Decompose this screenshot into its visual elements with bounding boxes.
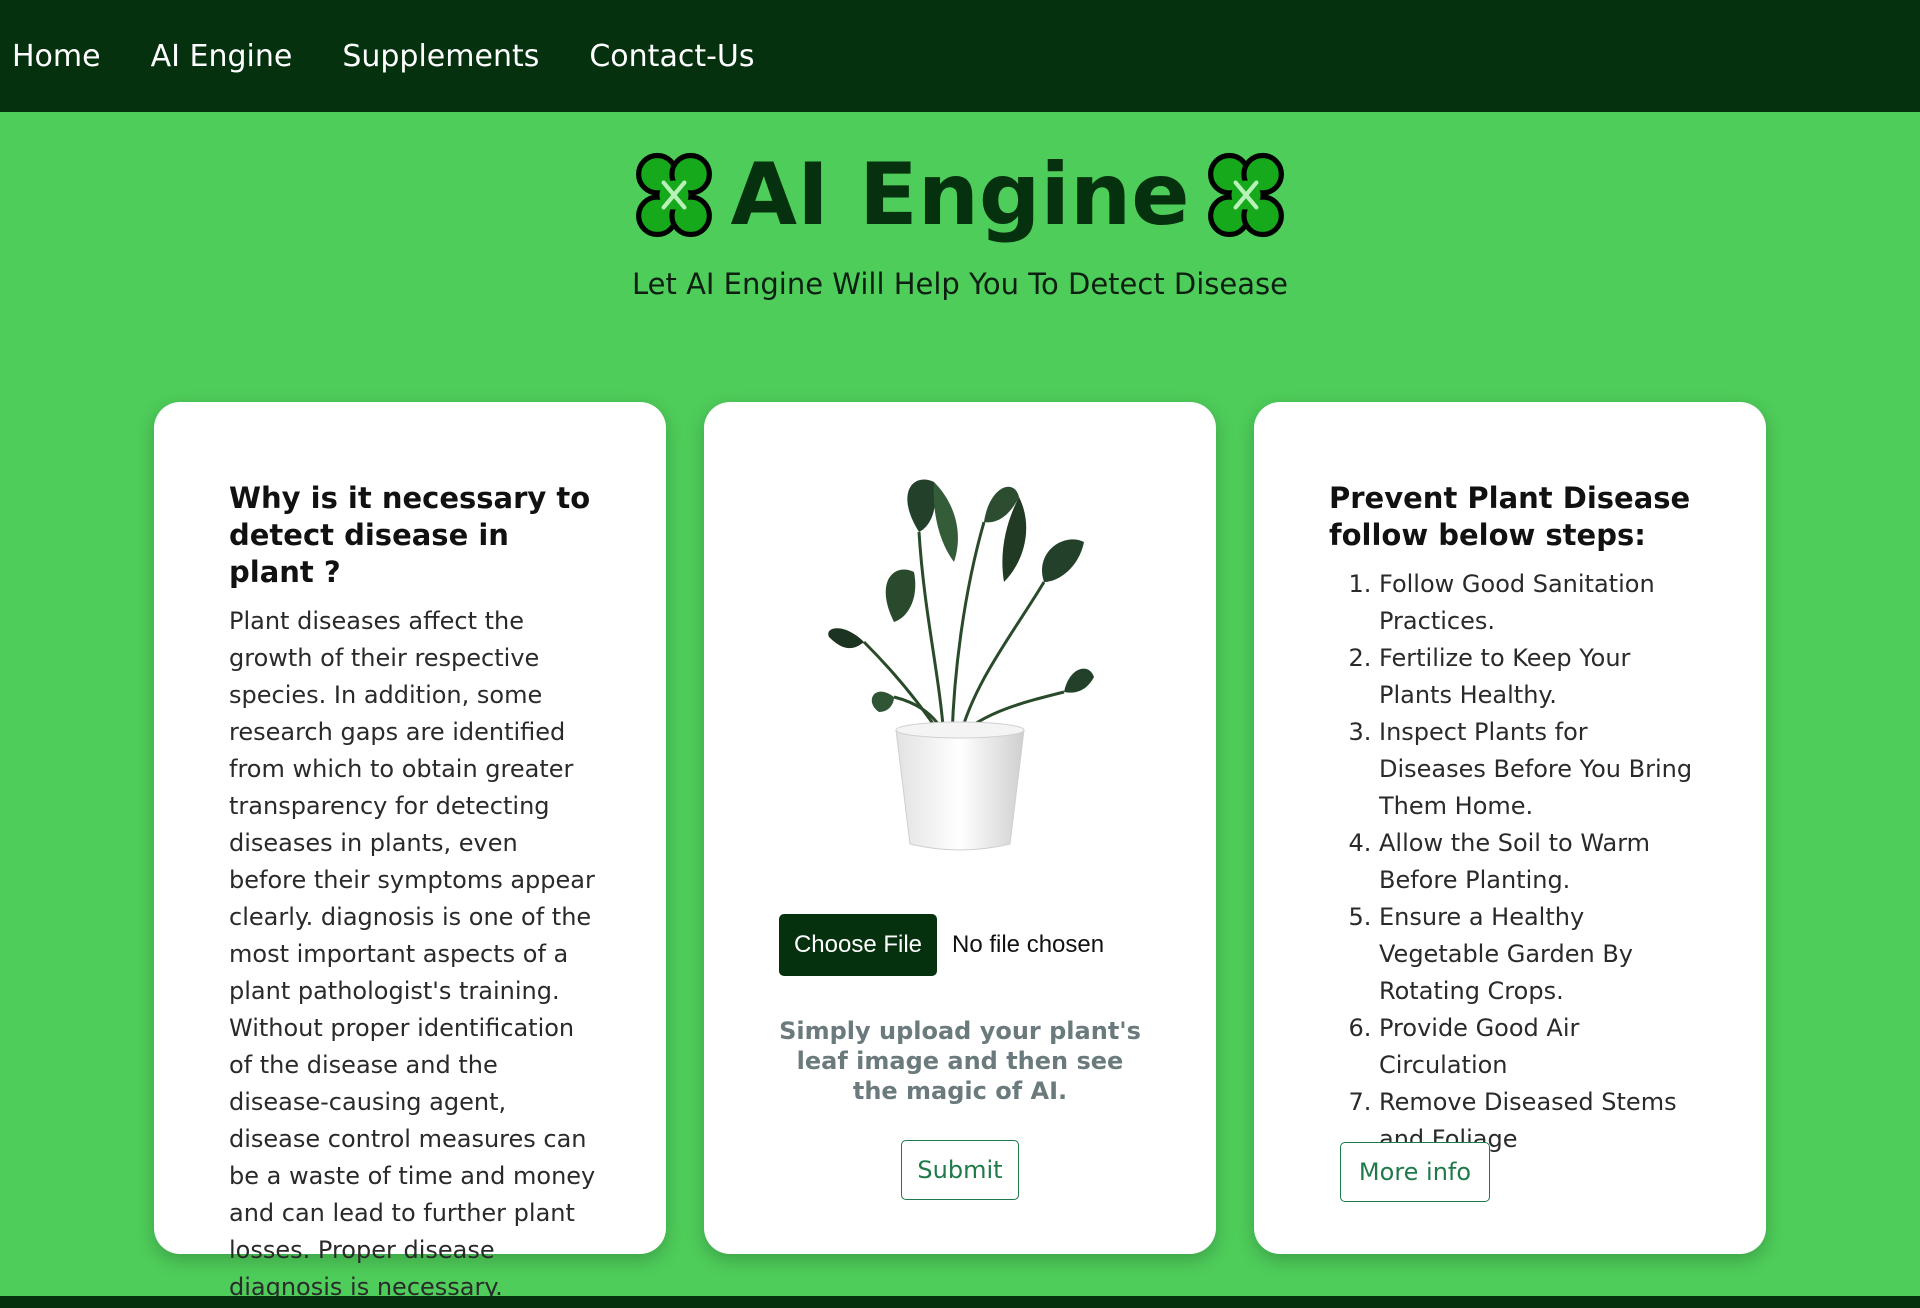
- submit-button[interactable]: Submit: [901, 1140, 1019, 1200]
- file-status-text: No file chosen: [952, 931, 1105, 958]
- more-info-button[interactable]: More info: [1340, 1142, 1490, 1202]
- why-detect-title: Why is it necessary to detect disease in…: [229, 481, 591, 589]
- prevention-steps-list: Follow Good Sanitation Practices. Fertil…: [1329, 566, 1696, 1158]
- upload-hint-text: Simply upload your plant's leaf image an…: [779, 1017, 1141, 1105]
- nav-home-link[interactable]: Home: [12, 39, 101, 74]
- list-item: Ensure a Healthy Vegetable Garden By Rot…: [1379, 899, 1696, 1010]
- hero-section: AI Engine Let AI Engine Will Help You To…: [0, 140, 1920, 301]
- top-navbar: Home AI Engine Supplements Contact-Us: [0, 0, 1920, 112]
- why-detect-body: Plant diseases affect the growth of thei…: [229, 607, 596, 1301]
- hero-heading: AI Engine: [618, 140, 1301, 250]
- list-item: Provide Good Air Circulation: [1379, 1010, 1696, 1084]
- prevent-disease-title: Prevent Plant Disease follow below steps…: [1329, 481, 1691, 552]
- list-item: Allow the Soil to Warm Before Planting.: [1379, 825, 1696, 899]
- upload-card: Choose File No file chosen Simply upload…: [704, 402, 1216, 1254]
- why-detect-card: Why is it necessary to detect disease in…: [154, 402, 666, 1301]
- potted-plant-image: [828, 479, 1094, 851]
- nav-contact-link[interactable]: Contact-Us: [589, 39, 754, 74]
- footer-strip: [0, 1296, 1920, 1308]
- hero-subtitle: Let AI Engine Will Help You To Detect Di…: [632, 267, 1288, 301]
- four-leaf-clover-icon: [636, 152, 713, 238]
- prevent-disease-card: Prevent Plant Disease follow below steps…: [1254, 402, 1766, 1254]
- nav-ai-engine-link[interactable]: AI Engine: [151, 39, 293, 74]
- four-leaf-clover-icon: [1207, 152, 1284, 238]
- choose-file-button[interactable]: Choose File: [779, 914, 937, 976]
- hero-title-text: AI Engine: [730, 145, 1190, 245]
- nav-supplements-link[interactable]: Supplements: [342, 39, 539, 74]
- list-item: Inspect Plants for Diseases Before You B…: [1379, 714, 1696, 825]
- file-upload-row: Choose File No file chosen: [779, 914, 1104, 976]
- list-item: Fertilize to Keep Your Plants Healthy.: [1379, 640, 1696, 714]
- list-item: Follow Good Sanitation Practices.: [1379, 566, 1696, 640]
